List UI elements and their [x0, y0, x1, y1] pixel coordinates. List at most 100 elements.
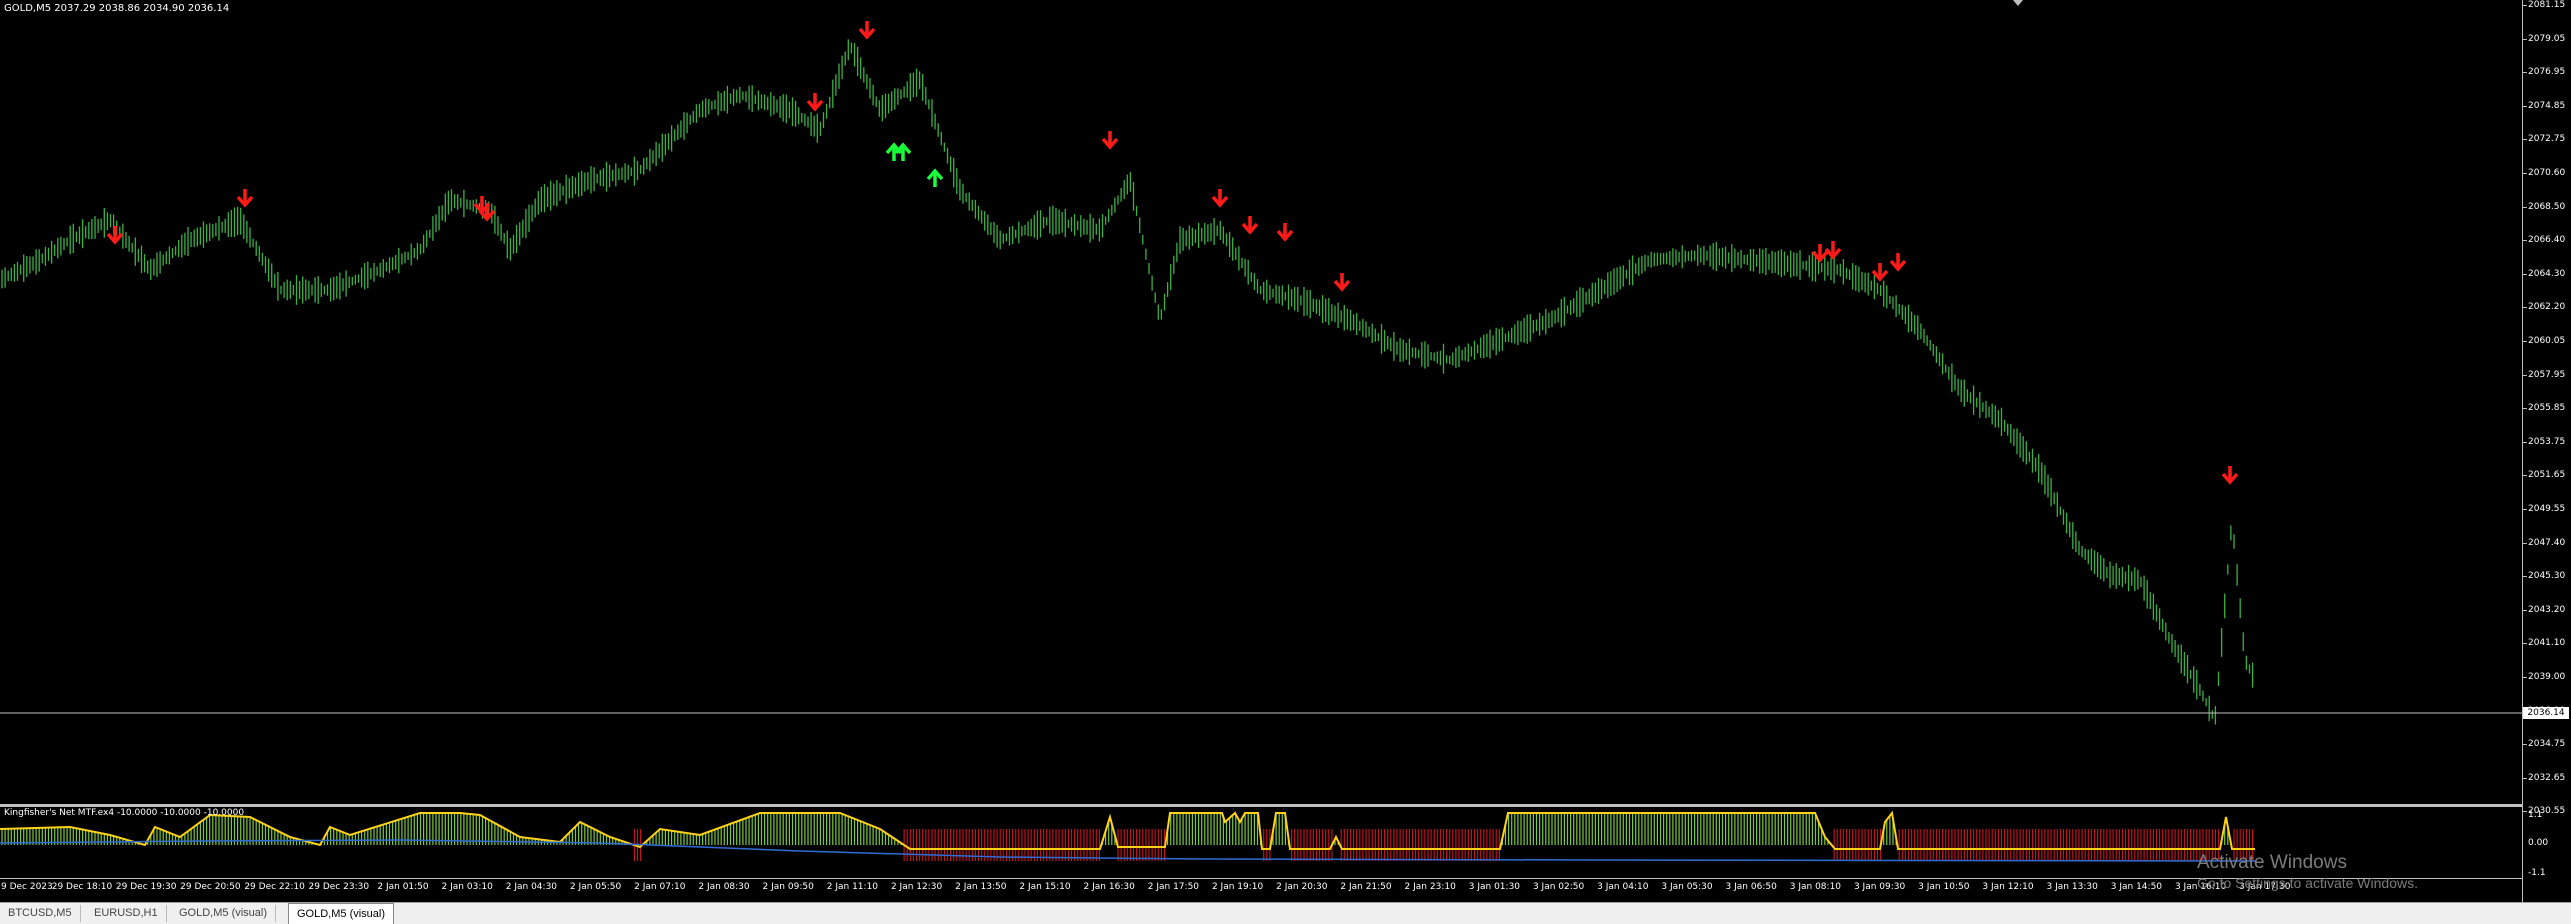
price-axis-tick — [2522, 509, 2527, 510]
sell-arrow-icon — [236, 189, 254, 208]
sell-arrow-icon — [1211, 189, 1229, 208]
time-axis-label: 3 Jan 05:30 — [1661, 882, 1713, 892]
indicator-histogram — [1, 813, 2254, 861]
time-axis-label: 3 Jan 08:10 — [1789, 882, 1842, 892]
price-axis-label: 2047.40 — [2528, 537, 2566, 548]
price-axis-tick — [2522, 576, 2527, 578]
sell-arrow-icon — [858, 21, 876, 40]
price-axis-label: 2039.00 — [2528, 672, 2566, 682]
price-axis-tick — [2522, 273, 2527, 275]
time-axis-label: 29 Dec 20:50 — [180, 882, 241, 892]
time-axis-label: 2 Jan 09:50 — [762, 882, 814, 892]
chart-tab-bar: BTCUSD,M5 EURUSD,H1 GOLD,M5 (visual) GOL… — [0, 902, 2571, 924]
chart-info-label: GOLD,M5 2037.29 2038.86 2034.90 2036.14 — [4, 3, 230, 14]
time-axis-label: 2 Jan 17:50 — [1147, 882, 1200, 892]
time-axis-label: 2 Jan 16:30 — [1083, 882, 1135, 892]
time-axis-label: 2 Jan 12:30 — [890, 882, 943, 892]
time-axis-label: 3 Jan 09:30 — [1853, 882, 1906, 892]
price-axis-tick — [2522, 643, 2527, 645]
price-axis-tick — [2522, 173, 2527, 174]
price-axis-tick — [2522, 475, 2527, 477]
price-axis-label: 2041.10 — [2528, 638, 2566, 649]
price-axis-tick — [2522, 744, 2527, 746]
price-axis-tick — [2522, 240, 2527, 242]
price-axis-label: 2055.85 — [2528, 403, 2566, 414]
price-axis-tick — [2522, 341, 2527, 342]
time-axis-label: 3 Jan 13:30 — [2046, 882, 2098, 892]
price-axis-label: 2051.65 — [2528, 470, 2566, 481]
time-axis-label: 29 Dec 18:10 — [51, 882, 113, 892]
time-axis-label: 29 Dec 23:30 — [308, 882, 370, 892]
indicator-info-label: Kingfisher's Net MTF.ex4 -10.0000 -10.00… — [4, 808, 245, 818]
time-axis-label: 2 Jan 04:30 — [505, 882, 558, 892]
activate-windows-title: Activate Windows — [2197, 852, 2347, 873]
indicator-axis-label: 1.1 — [2528, 810, 2543, 820]
price-axis-label: 2053.75 — [2528, 436, 2566, 447]
indicator-chart[interactable] — [0, 807, 2522, 878]
current-price-label: 2036.14 — [2523, 707, 2569, 719]
buy-arrow-icon — [926, 168, 944, 187]
time-axis-label: 3 Jan 12:10 — [1982, 882, 2034, 892]
price-axis-label: 2076.95 — [2528, 67, 2566, 78]
price-axis-label: 2032.65 — [2528, 772, 2566, 783]
tab-eurusd-h1[interactable]: EURUSD,H1 — [86, 905, 167, 922]
price-axis-label: 2064.30 — [2528, 268, 2566, 279]
time-axis-label: 3 Jan 01:30 — [1468, 882, 1521, 892]
price-axis-tick — [2522, 777, 2527, 779]
price-axis-tick — [2522, 811, 2527, 813]
price-axis-tick — [2522, 542, 2527, 544]
price-axis-tick — [2522, 105, 2527, 107]
time-axis-label: 3 Jan 04:10 — [1597, 882, 1649, 892]
time-axis-label: 2 Jan 15:10 — [1019, 882, 1071, 892]
sell-arrow-icon — [1276, 223, 1294, 242]
price-axis-label: 2043.20 — [2528, 604, 2566, 615]
time-axis-label: 29 Dec 22:10 — [244, 882, 305, 892]
price-axis-tick — [2522, 677, 2527, 678]
price-axis-tick — [2522, 206, 2527, 208]
sell-arrow-icon — [1889, 253, 1907, 272]
tab-btcusd-m5[interactable]: BTCUSD,M5 — [0, 905, 81, 922]
time-axis-label: 2 Jan 23:10 — [1404, 882, 1456, 892]
sell-arrow-icon — [1241, 216, 1259, 235]
time-axis-label: 3 Jan 10:50 — [1918, 882, 1970, 892]
price-axis-label: 2068.50 — [2528, 201, 2566, 212]
time-axis-label: 2 Jan 11:10 — [826, 882, 879, 892]
time-axis-label: 2 Jan 05:50 — [569, 882, 622, 892]
price-axis-label: 2034.75 — [2528, 739, 2566, 750]
time-axis-label: 2 Jan 01:50 — [377, 882, 429, 892]
price-axis-label: 2081.15 — [2528, 0, 2566, 10]
time-axis-label: 2 Jan 03:10 — [441, 882, 493, 892]
tab-gold-m5-visual-2[interactable]: GOLD,M5 (visual) — [288, 903, 395, 924]
price-chart[interactable] — [0, 0, 2522, 804]
price-bars — [1, 39, 2254, 725]
sell-arrow-icon — [806, 93, 824, 112]
time-axis-label: 3 Jan 14:50 — [2110, 882, 2163, 892]
price-axis-label: 2072.75 — [2528, 134, 2566, 145]
price-axis-tick — [2522, 374, 2527, 376]
time-axis-label: 3 Jan 02:50 — [1532, 882, 1585, 892]
indicator-axis-label: 0.00 — [2528, 838, 2549, 848]
price-axis-tick — [2522, 609, 2527, 611]
price-axis-tick — [2522, 441, 2527, 443]
price-axis-label: 2057.95 — [2528, 369, 2566, 380]
price-axis-label: 2049.55 — [2528, 504, 2566, 514]
time-axis-label: 29 Dec 2023 — [0, 882, 53, 892]
price-axis-label: 2060.05 — [2528, 336, 2566, 346]
tab-gold-m5-visual-1[interactable]: GOLD,M5 (visual) — [171, 905, 277, 922]
time-axis-label: 2 Jan 08:30 — [698, 882, 750, 892]
indicator-axis-label: -1.1 — [2528, 868, 2546, 878]
price-axis-tick — [2522, 307, 2527, 309]
chart-shift-marker[interactable] — [2013, 0, 2023, 6]
time-axis-label: 2 Jan 19:10 — [1211, 882, 1264, 892]
sell-arrow-icon — [2221, 466, 2239, 485]
price-axis-label: 2070.60 — [2528, 168, 2566, 178]
price-axis-tick — [2522, 5, 2527, 6]
time-axis-label: 2 Jan 20:30 — [1276, 882, 1328, 892]
price-axis-label: 2074.85 — [2528, 100, 2566, 111]
sell-arrow-icon — [1333, 273, 1351, 292]
time-axis-label: 2 Jan 07:10 — [634, 882, 686, 892]
time-axis-label: 2 Jan 13:50 — [955, 882, 1007, 892]
price-axis-label: 2079.05 — [2528, 33, 2566, 44]
price-axis-label: 2066.40 — [2528, 235, 2566, 246]
price-axis-tick — [2522, 408, 2527, 410]
